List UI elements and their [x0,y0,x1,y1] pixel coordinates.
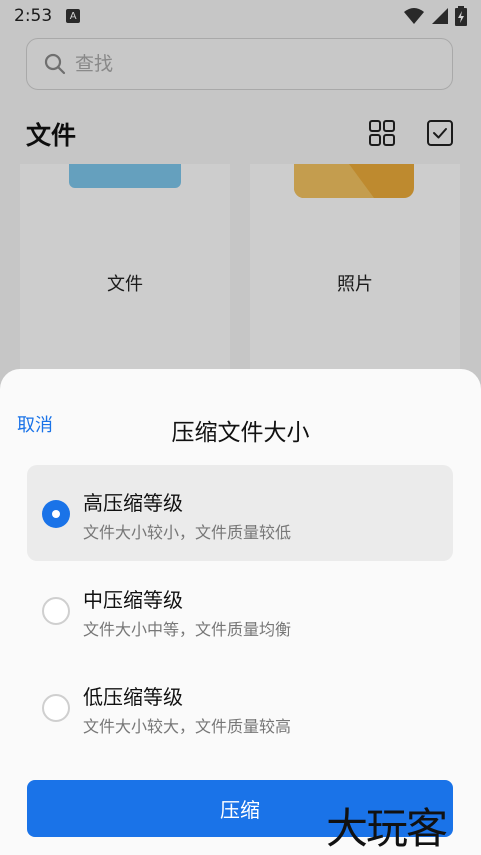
radio-selected-icon[interactable] [42,500,70,528]
option-title: 低压缩等级 [83,685,183,709]
option-description: 文件大小中等，文件质量均衡 [83,620,292,639]
option-description: 文件大小较小，文件质量较低 [83,523,292,542]
radio-unselected-icon[interactable] [42,694,70,722]
radio-unselected-icon[interactable] [42,597,70,625]
sheet-title: 压缩文件大小 [171,420,310,446]
option-title: 高压缩等级 [83,491,183,515]
option-high-compression[interactable]: 高压缩等级 文件大小较小，文件质量较低 [27,465,453,561]
option-title: 中压缩等级 [83,588,183,612]
option-medium-compression[interactable]: 中压缩等级 文件大小中等，文件质量均衡 [27,562,453,658]
option-description: 文件大小较大，文件质量较高 [83,717,292,736]
compress-bottom-sheet: 取消 压缩文件大小 高压缩等级 文件大小较小，文件质量较低 中压缩等级 文件大小… [0,369,481,855]
watermark-logo: 大玩客 [326,804,448,853]
option-low-compression[interactable]: 低压缩等级 文件大小较大，文件质量较高 [27,659,453,755]
